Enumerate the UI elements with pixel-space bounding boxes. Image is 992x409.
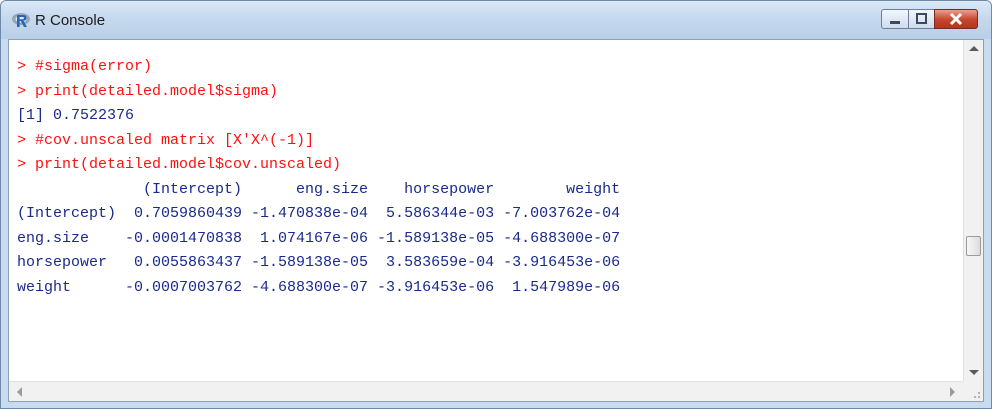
scroll-down-icon[interactable] <box>969 369 979 377</box>
console-output-line: eng.size -0.0001470838 1.074167e-06 -1.5… <box>17 229 621 247</box>
console-output-line: weight -0.0007003762 -4.688300e-07 -3.91… <box>17 278 621 296</box>
console-output-line: (Intercept) 0.7059860439 -1.470838e-04 5… <box>17 205 621 222</box>
console-input-line: > print(detailed.model$sigma) <box>17 82 279 100</box>
close-button[interactable] <box>934 9 978 29</box>
resize-grip-icon <box>974 392 980 398</box>
vertical-scrollbar[interactable] <box>963 40 983 381</box>
console-input-line: > #sigma(error) <box>17 58 153 75</box>
scroll-left-icon[interactable] <box>15 387 23 397</box>
r-console-window: R Console > #sigma(error) > print(detaile… <box>0 0 992 409</box>
console-output-line: (Intercept) eng.size horsepower weight <box>17 180 621 198</box>
resize-grip[interactable] <box>963 381 983 401</box>
console-output[interactable]: > #sigma(error) > print(detailed.model$si… <box>9 40 963 381</box>
maximize-button[interactable] <box>908 9 935 29</box>
console-input-line: > print(detailed.model$cov.unscaled) <box>17 156 342 173</box>
scrollbar-thumb[interactable] <box>966 236 981 256</box>
maximize-icon <box>916 13 927 24</box>
horizontal-scrollbar[interactable] <box>9 381 963 401</box>
scroll-up-icon[interactable] <box>969 44 979 52</box>
console-output-line: [1] 0.7522376 <box>17 107 135 124</box>
window-title: R Console <box>35 12 106 29</box>
r-logo-icon <box>11 10 31 30</box>
console-output-line: horsepower 0.0055863437 -1.589138e-05 3.… <box>17 254 621 271</box>
console-input-line: > #cov.unscaled matrix [X'X^(-1)] <box>17 131 315 149</box>
console-area[interactable]: > #sigma(error) > print(detailed.model$si… <box>8 39 984 402</box>
minimize-button[interactable] <box>881 9 909 29</box>
minimize-icon <box>890 21 900 24</box>
close-icon <box>949 12 963 26</box>
scroll-right-icon[interactable] <box>949 387 957 397</box>
title-bar[interactable]: R Console <box>1 1 991 39</box>
